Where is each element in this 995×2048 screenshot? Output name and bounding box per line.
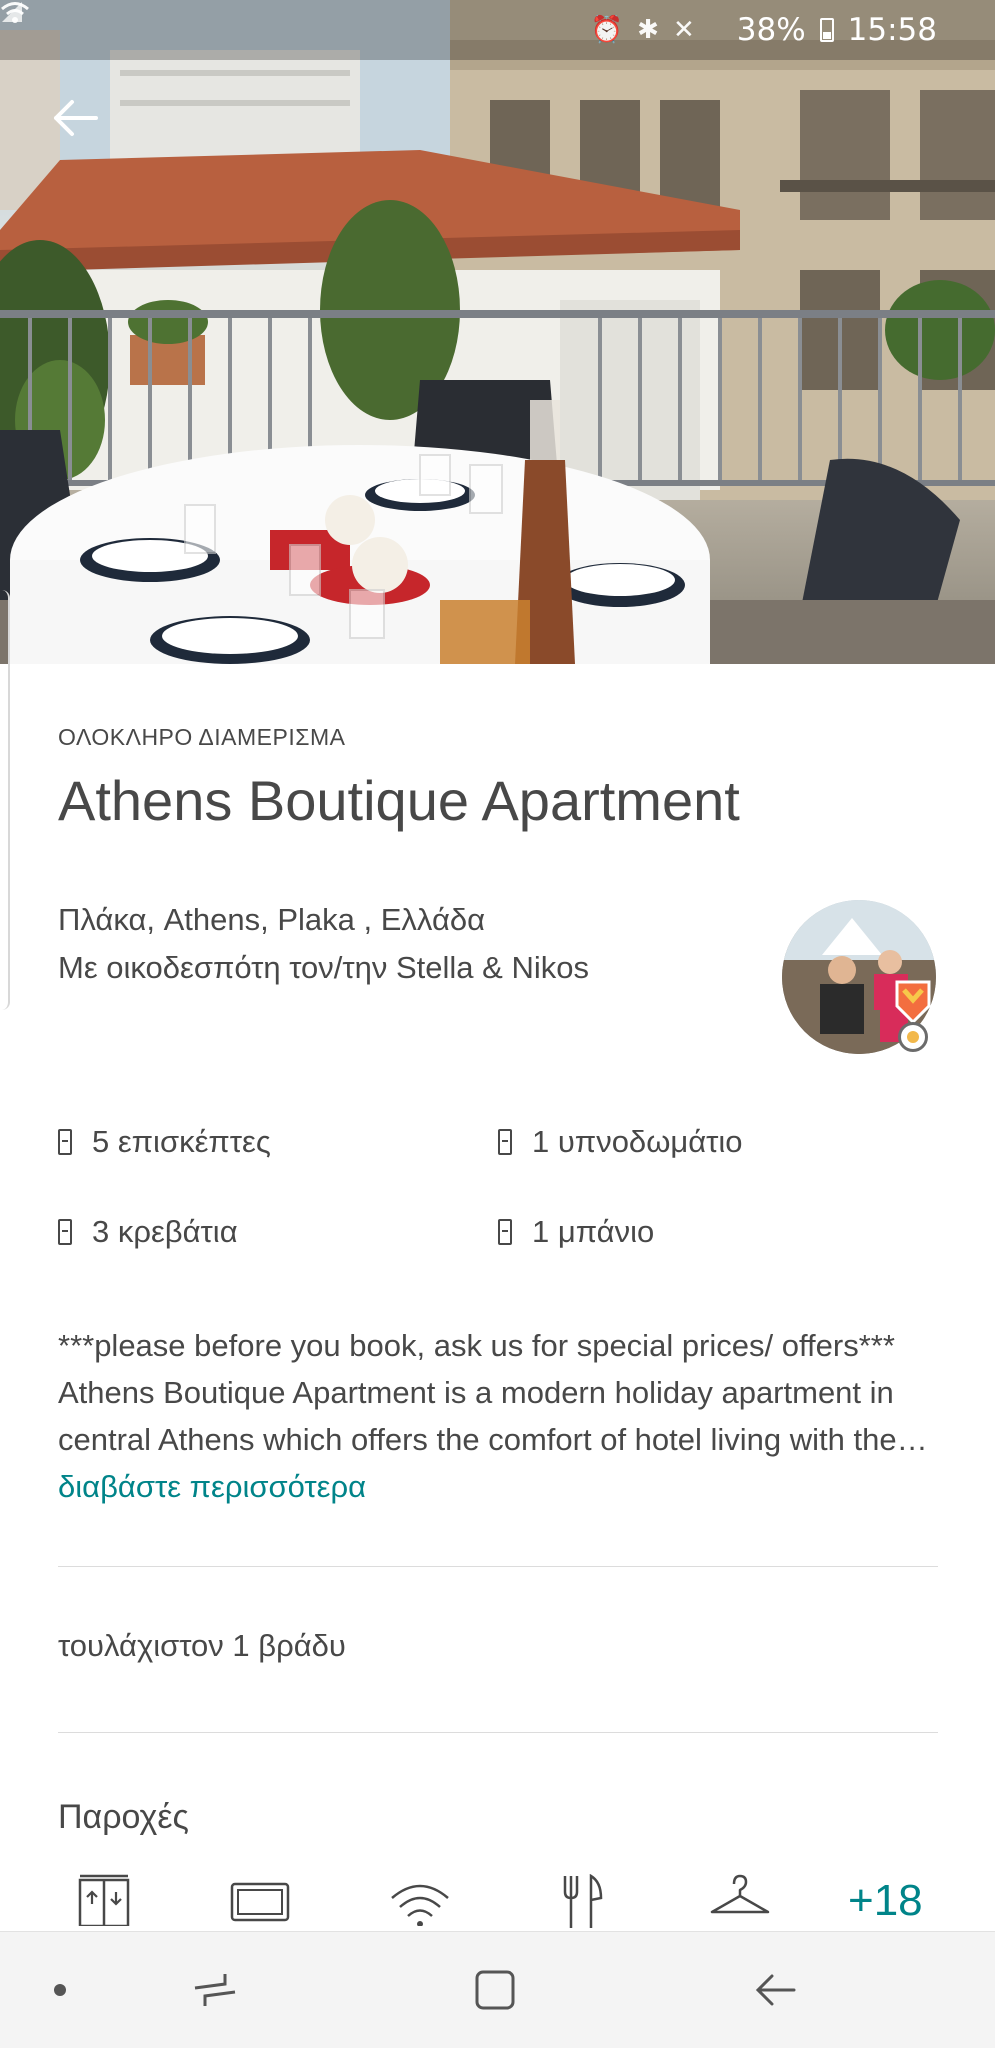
battery-percent: 38% — [736, 12, 806, 48]
amenities-row[interactable]: +18 — [58, 1874, 938, 1928]
system-nav-bar — [0, 1932, 995, 2048]
listing-type: ΟΛΟΚΛΗΡΟ ΔΙΑΜΕΡΙΣΜΑ — [58, 724, 346, 750]
listing-photo[interactable]: ⏰ ✱ ✕ 38% 15:58 — [0, 0, 995, 664]
listing-title: Athens Boutique Apartment — [58, 769, 740, 832]
alarm-icon: ⏰ — [590, 15, 624, 45]
status-bar: ⏰ ✱ ✕ 38% 15:58 — [0, 0, 995, 60]
spec-bedrooms-label: 1 υπνοδωμάτιο — [532, 1124, 743, 1159]
recent-apps-icon — [194, 1974, 236, 2006]
guests-icon — [58, 1129, 72, 1155]
divider — [58, 1732, 938, 1733]
dot-icon — [54, 1984, 66, 1996]
nav-dot-button[interactable] — [40, 1932, 80, 2048]
bed-icon — [58, 1219, 72, 1245]
home-icon — [475, 1970, 515, 2010]
mute-icon: ✕ — [672, 15, 695, 45]
spec-guests-label: 5 επισκέπτες — [92, 1124, 271, 1159]
spec-beds: 3 κρεβάτια — [58, 1214, 238, 1250]
back-icon — [755, 1974, 796, 2006]
listing-location: Πλάκα, Athens, Plaka , Ελλάδα — [58, 902, 486, 937]
description-text: ***please before you book, ask us for sp… — [58, 1328, 928, 1457]
spec-baths-label: 1 μπάνιο — [532, 1214, 655, 1249]
spec-beds-label: 3 κρεβάτια — [92, 1214, 238, 1249]
spec-bedrooms: 1 υπνοδωμάτιο — [498, 1124, 743, 1160]
superhost-status-dot — [898, 1022, 928, 1052]
nav-back-button[interactable] — [740, 1932, 810, 2048]
minimum-nights: τουλάχιστον 1 βράδυ — [58, 1628, 346, 1663]
read-more-link[interactable]: διαβάστε περισσότερα — [58, 1469, 366, 1504]
elevator-icon — [76, 1874, 132, 1928]
hanger-icon — [708, 1874, 772, 1928]
arrow-left-icon — [54, 100, 98, 136]
back-button[interactable] — [52, 98, 112, 158]
bath-icon — [498, 1219, 512, 1245]
home-button[interactable] — [460, 1932, 530, 2048]
spec-guests: 5 επισκέπτες — [58, 1124, 271, 1160]
divider — [58, 1566, 938, 1567]
superhost-badge-icon — [895, 980, 931, 1024]
listing-description: ***please before you book, ask us for sp… — [58, 1322, 938, 1510]
wifi-icon — [388, 1874, 452, 1928]
tv-icon — [228, 1874, 292, 1928]
listing-photo-illustration — [0, 0, 995, 664]
host-line: Με οικοδεσπότη τον/την Stella & Nikos — [58, 950, 589, 985]
spec-baths: 1 μπάνιο — [498, 1214, 654, 1250]
bedroom-icon — [498, 1129, 512, 1155]
bluetooth-icon: ✱ — [637, 15, 659, 45]
kitchen-icon — [558, 1874, 606, 1928]
edge-panel-handle[interactable] — [0, 590, 10, 1010]
amenities-heading: Παροχές — [58, 1798, 189, 1836]
amenities-more-count[interactable]: +18 — [848, 1876, 923, 1926]
clock: 15:58 — [847, 12, 937, 48]
battery-icon — [819, 18, 834, 42]
recent-apps-button[interactable] — [180, 1932, 250, 2048]
